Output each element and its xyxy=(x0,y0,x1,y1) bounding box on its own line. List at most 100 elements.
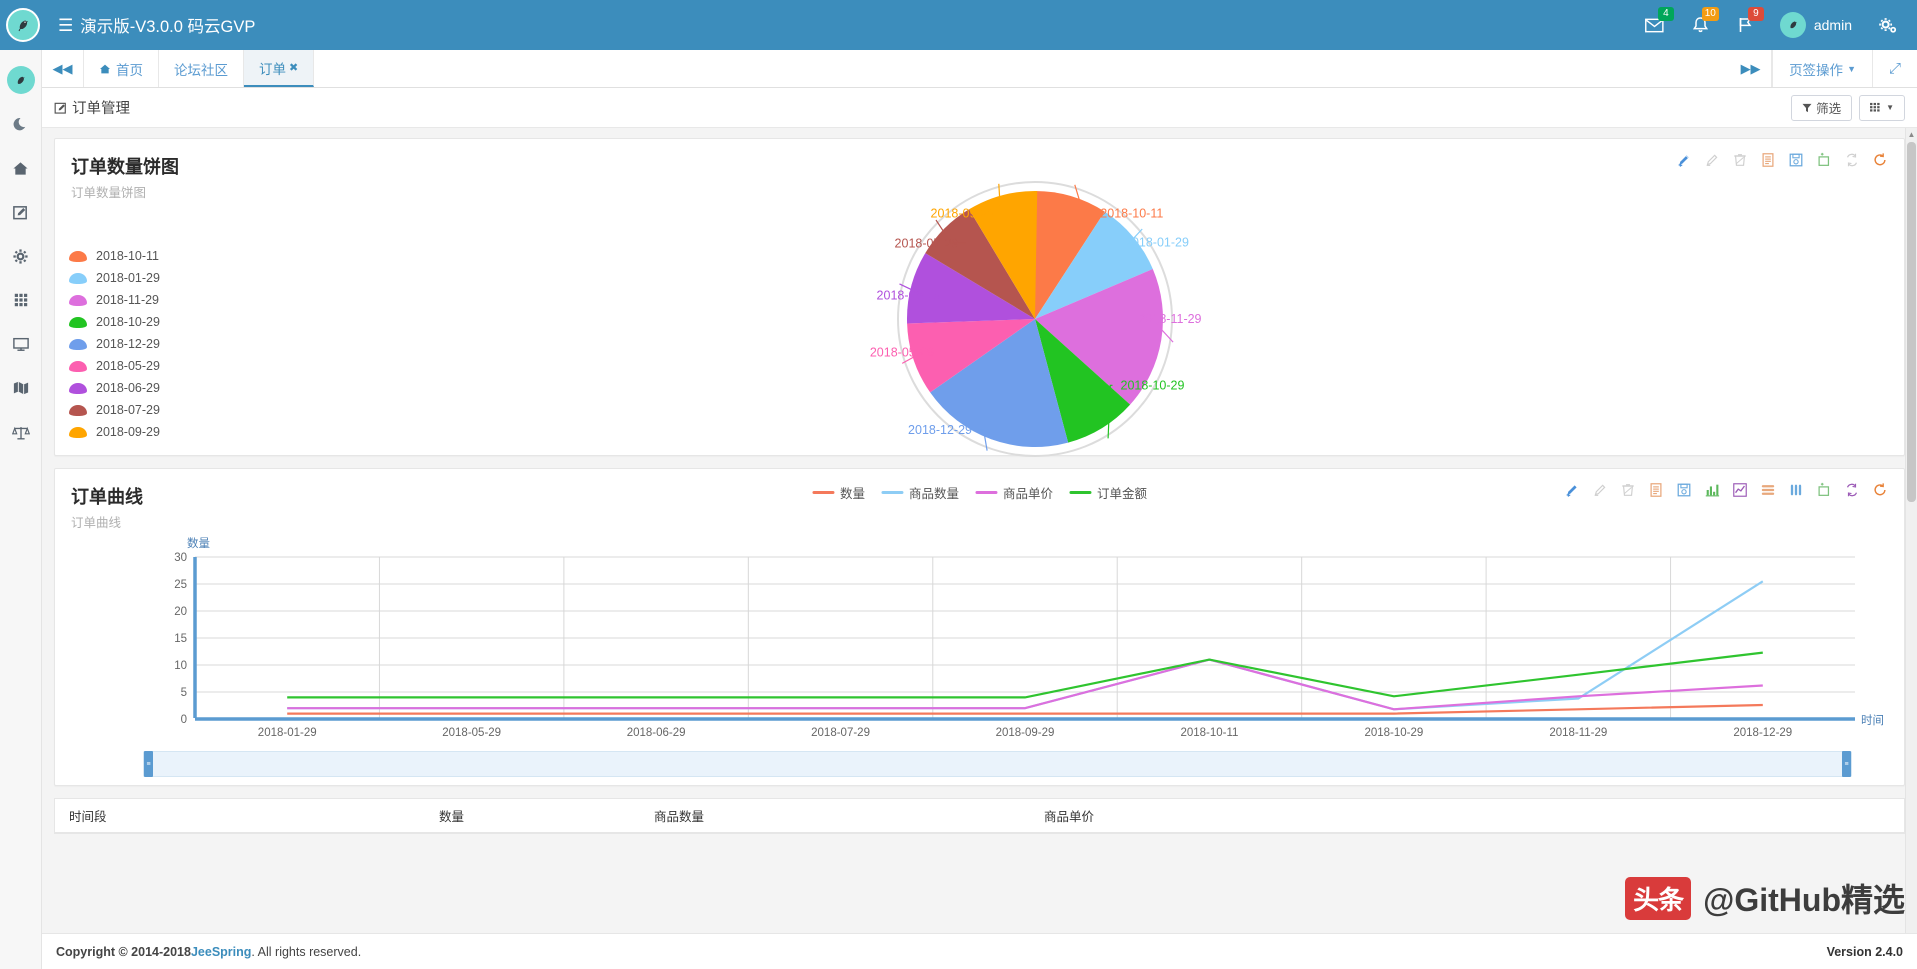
table-header-cell[interactable]: 商品数量 xyxy=(640,806,1030,825)
sidebar-item-map[interactable] xyxy=(0,366,42,410)
chart-zoom-slider[interactable]: ≡ ≡ xyxy=(143,751,1852,777)
list-item[interactable]: 数量 xyxy=(811,483,865,502)
line-chart-svg[interactable]: 数量 051015202530 2018-01-29 2018-05-29 2018… xyxy=(55,535,1895,750)
pie-legend: 2018-10-11 2018-01-29 2018-11-29 2018-10… xyxy=(69,249,160,439)
sidebar-item-edit[interactable] xyxy=(0,190,42,234)
series-line[interactable] xyxy=(287,580,1764,711)
zoom-handle-right[interactable]: ≡ xyxy=(1842,751,1851,777)
orders-table: 时间段 数量 商品数量 商品单价 xyxy=(54,798,1905,834)
columns-button[interactable]: ▼ xyxy=(1859,94,1905,121)
filter-button-label: 筛选 xyxy=(1816,102,1842,116)
report-icon[interactable] xyxy=(1648,482,1664,501)
pie-svg[interactable]: 2018-10-11 2018-01-29 2018-11-29 2018-10-29… xyxy=(655,159,1355,479)
settings-button[interactable] xyxy=(1864,0,1911,50)
tab-orders[interactable]: 订单 ✖ xyxy=(244,50,315,87)
tabs-scroll-left-button[interactable]: ◀◀ xyxy=(42,50,84,87)
crop-icon[interactable] xyxy=(1816,152,1832,171)
report-icon[interactable] xyxy=(1760,152,1776,171)
table-header-cell[interactable]: 数量 xyxy=(425,806,640,825)
fullscreen-icon: ⤢ xyxy=(1888,60,1901,77)
tasks-button[interactable]: 9 xyxy=(1723,0,1768,50)
add-icon[interactable] xyxy=(1676,152,1692,171)
pie-slice-label: 2018-06-29 xyxy=(877,289,941,303)
user-menu[interactable]: admin xyxy=(1768,0,1864,50)
x-axis-title: 时间 xyxy=(1861,714,1884,727)
sidebar-item-monitor[interactable] xyxy=(0,322,42,366)
list-item[interactable]: 2018-01-29 xyxy=(69,271,160,285)
refresh-icon[interactable] xyxy=(1872,482,1888,501)
y-tick-label: 5 xyxy=(181,687,187,699)
pie-slices xyxy=(907,191,1163,448)
hamburger-icon[interactable]: ☰ xyxy=(58,17,73,34)
list-item[interactable]: 2018-07-29 xyxy=(69,403,160,417)
legend-label: 2018-06-29 xyxy=(96,381,160,395)
list-item[interactable]: 商品单价 xyxy=(975,483,1053,502)
filter-button[interactable]: 筛选 xyxy=(1791,94,1853,121)
series-line[interactable] xyxy=(287,658,1763,711)
save-icon[interactable] xyxy=(1788,152,1804,171)
column-chart-icon[interactable] xyxy=(1788,482,1804,501)
pie-chart-panel: 订单数量饼图 订单数量饼图 2018-10-11 2018-01-29 2018… xyxy=(54,138,1905,457)
crop-icon[interactable] xyxy=(1816,482,1832,501)
stacked-bar-icon[interactable] xyxy=(1760,482,1776,501)
page-title: 订单管理 xyxy=(54,97,130,118)
page-header: 订单管理 筛选 ▼ xyxy=(42,88,1917,128)
sidebar-item-settings[interactable] xyxy=(0,234,42,278)
bar-chart-icon[interactable] xyxy=(1704,482,1720,501)
monitor-icon xyxy=(12,337,29,351)
edit-icon[interactable] xyxy=(1592,482,1608,501)
legend-label: 商品单价 xyxy=(1003,487,1054,501)
scrollbar-thumb[interactable] xyxy=(1907,142,1916,502)
messages-button[interactable]: 4 xyxy=(1631,0,1678,50)
tab-forum[interactable]: 论坛社区 xyxy=(159,50,244,87)
list-item[interactable]: 2018-10-11 xyxy=(69,249,160,263)
edit-icon[interactable] xyxy=(1704,152,1720,171)
add-icon[interactable] xyxy=(1564,482,1580,501)
legend-line xyxy=(811,491,834,494)
sidebar-item-home[interactable] xyxy=(0,146,42,190)
list-item[interactable]: 2018-06-29 xyxy=(69,381,160,395)
zoom-handle-left[interactable]: ≡ xyxy=(144,751,153,777)
swap-icon[interactable] xyxy=(1844,482,1860,501)
line-chart-icon[interactable] xyxy=(1732,482,1748,501)
pie-slice-label: 2018-11-29 xyxy=(1139,312,1202,326)
tabs-scroll-right-button[interactable]: ▶▶ xyxy=(1730,50,1773,87)
app-logo[interactable] xyxy=(0,0,46,50)
jeespring-link[interactable]: JeeSpring xyxy=(191,945,251,959)
sidebar-item-logo[interactable] xyxy=(0,58,42,102)
moon-icon xyxy=(13,117,26,130)
tab-operations-menu[interactable]: 页签操作 ▼ xyxy=(1772,50,1872,87)
tab-home[interactable]: 首页 xyxy=(84,50,159,87)
content-scroll-area: 订单数量饼图 订单数量饼图 2018-10-11 2018-01-29 2018… xyxy=(42,128,1917,969)
delete-icon[interactable] xyxy=(1620,482,1636,501)
table-header-cell[interactable]: 商品单价 xyxy=(1030,806,1330,825)
list-item[interactable]: 商品数量 xyxy=(880,483,959,502)
delete-icon[interactable] xyxy=(1732,152,1748,171)
line-panel-subtitle: 订单曲线 xyxy=(71,516,122,530)
list-item[interactable]: 2018-12-29 xyxy=(69,337,160,351)
scroll-up-arrow[interactable]: ▲ xyxy=(1907,130,1916,139)
list-item[interactable]: 2018-09-29 xyxy=(69,425,160,439)
list-item[interactable]: 订单金额 xyxy=(1069,483,1147,502)
swap-icon[interactable] xyxy=(1844,152,1860,171)
vertical-scrollbar[interactable]: ▲ xyxy=(1905,128,1917,969)
line-chart-body: 数量 0 5 10 15 20 25 30 2018-01-29 2018-05-29 2018… xyxy=(55,535,1904,785)
series-line[interactable] xyxy=(287,651,1763,699)
sidebar-item-moon[interactable] xyxy=(0,102,42,146)
sidebar-item-balance[interactable] xyxy=(0,410,42,454)
fullscreen-button[interactable]: ⤢ xyxy=(1871,50,1917,87)
list-item[interactable]: 2018-10-29 xyxy=(69,315,160,329)
sidebar-item-apps[interactable] xyxy=(0,278,42,322)
list-item[interactable]: 2018-11-29 xyxy=(69,293,160,307)
table-header-cell[interactable]: 时间段 xyxy=(55,806,425,825)
legend-label: 2018-10-11 xyxy=(96,249,160,263)
notifications-button[interactable]: 10 xyxy=(1678,0,1723,50)
list-item[interactable]: 2018-05-29 xyxy=(69,359,160,373)
messages-badge: 4 xyxy=(1657,7,1674,21)
page-footer: Copyright © 2014-2018 JeeSpring . All ri… xyxy=(42,933,1917,969)
refresh-icon[interactable] xyxy=(1872,152,1888,171)
tab-close-icon[interactable]: ✖ xyxy=(289,61,298,74)
copyright-prefix: Copyright © 2014-2018 xyxy=(56,944,191,959)
x-tick-label: 2018-09-29 xyxy=(996,727,1055,739)
save-icon[interactable] xyxy=(1676,482,1692,501)
